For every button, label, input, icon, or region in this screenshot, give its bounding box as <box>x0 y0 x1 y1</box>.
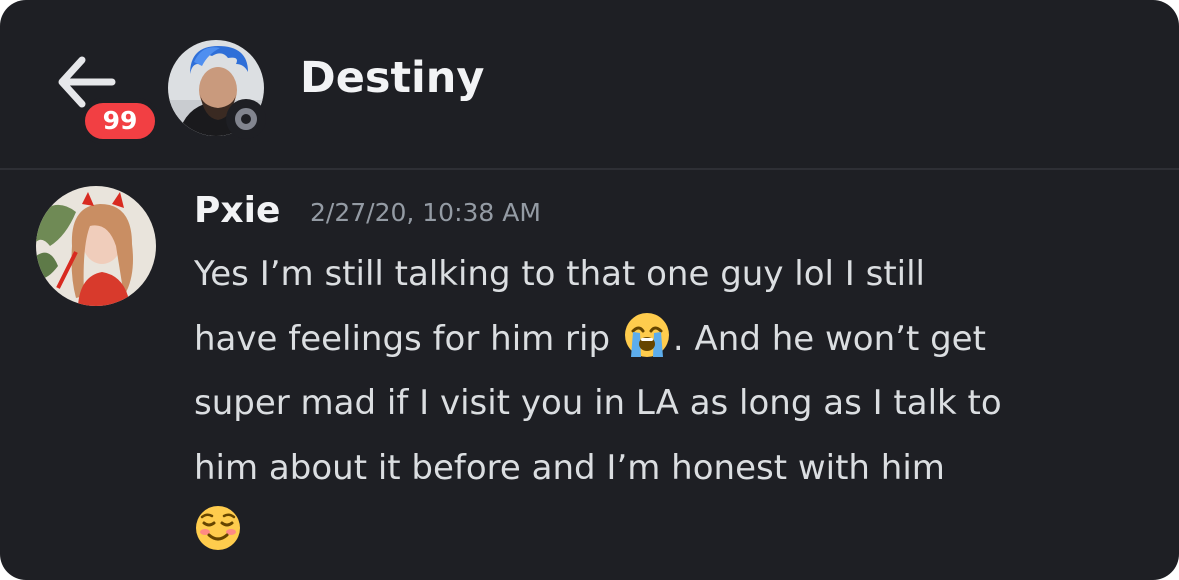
status-offline-icon <box>226 99 266 139</box>
dm-header: 99 Destiny <box>0 0 1179 170</box>
author-avatar[interactable] <box>36 186 156 306</box>
message-text: . And he won’t get <box>672 318 986 359</box>
message-line: have feelings for him rip . And he won’t… <box>194 307 1154 372</box>
message-text: have feelings for him rip <box>194 318 611 359</box>
message-line: super mad if I visit you in LA as long a… <box>194 383 1002 423</box>
dm-screen: 99 Destiny Pxie 2/27/20, 10:38 AM Yes I’… <box>0 0 1179 580</box>
message[interactable]: Pxie 2/27/20, 10:38 AM Yes I’m still tal… <box>0 170 1179 580</box>
message-line: him about it before and I’m honest with … <box>194 447 945 488</box>
message-line <box>194 500 1154 565</box>
message-body: Yes I’m still talking to that one guy lo… <box>194 242 1154 565</box>
message-author[interactable]: Pxie <box>194 188 280 234</box>
loudly-crying-face-emoji-icon <box>623 311 671 359</box>
message-timestamp: 2/27/20, 10:38 AM <box>310 198 541 227</box>
message-line: Yes I’m still talking to that one guy lo… <box>194 254 925 294</box>
channel-title: Destiny <box>300 53 485 103</box>
smiling-face-emoji-icon <box>194 504 242 552</box>
unread-badge: 99 <box>80 98 160 144</box>
